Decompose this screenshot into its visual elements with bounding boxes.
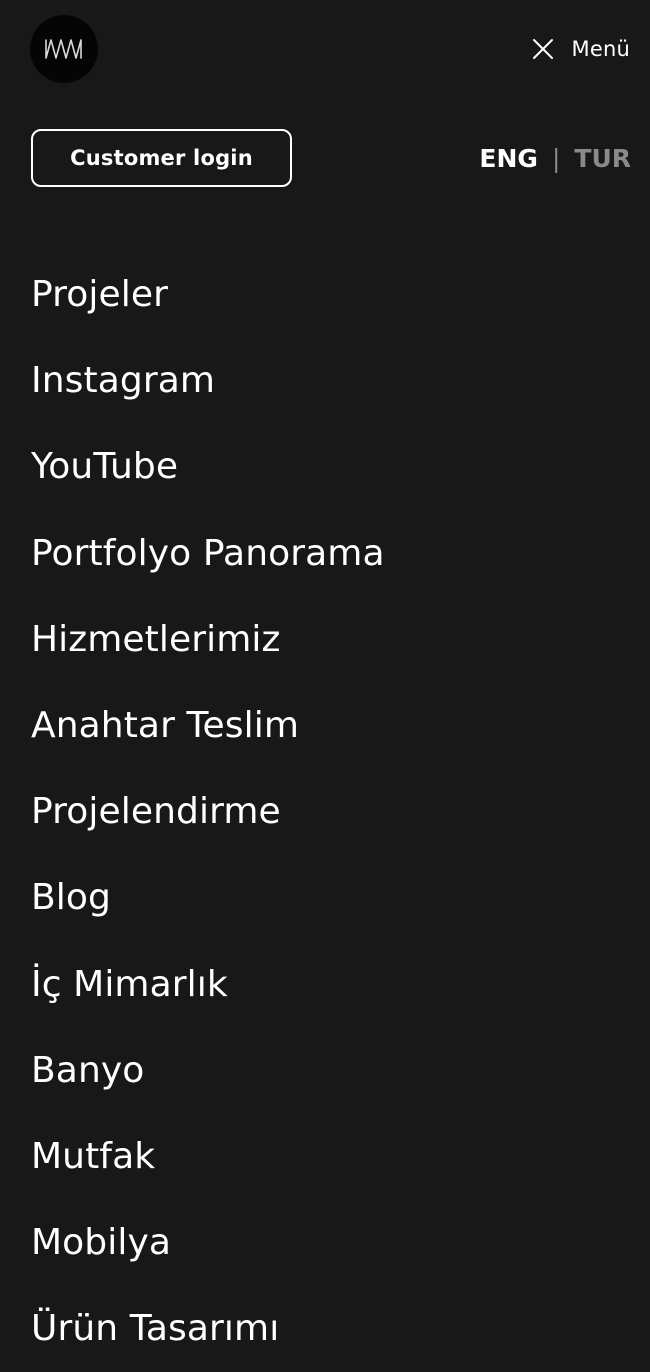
nav-item-urun-tasarimi[interactable]: Ürün Tasarımı: [31, 1286, 621, 1372]
language-eng-link[interactable]: ENG: [479, 146, 538, 171]
nav-item-hizmetlerimiz[interactable]: Hizmetlerimiz: [31, 597, 621, 683]
language-switcher: ENG | TUR: [479, 140, 631, 176]
site-header: Menü: [0, 0, 650, 98]
menu-label: Menü: [571, 36, 630, 61]
nav-item-projeler[interactable]: Projeler: [31, 252, 621, 338]
nav-item-youtube[interactable]: YouTube: [31, 424, 621, 510]
nav-item-projelendirme[interactable]: Projelendirme: [31, 769, 621, 855]
brand-logo-icon: [45, 39, 82, 59]
nav-item-banyo[interactable]: Banyo: [31, 1028, 621, 1114]
nav-item-mutfak[interactable]: Mutfak: [31, 1114, 621, 1200]
nav-item-blog[interactable]: Blog: [31, 855, 621, 941]
nav-item-portfolyo-panorama[interactable]: Portfolyo Panorama: [31, 511, 621, 597]
close-menu-button[interactable]: Menü: [532, 30, 630, 68]
nav-item-anahtar-teslim[interactable]: Anahtar Teslim: [31, 683, 621, 769]
close-icon: [532, 39, 553, 59]
customer-login-button[interactable]: Customer login: [31, 129, 292, 187]
nav-item-ic-mimarlik[interactable]: İç Mimarlık: [31, 942, 621, 1028]
language-separator: |: [551, 143, 561, 173]
brand-logo[interactable]: [30, 15, 98, 83]
main-navigation-menu: Projeler Instagram YouTube Portfolyo Pan…: [31, 252, 621, 1372]
nav-item-mobilya[interactable]: Mobilya: [31, 1200, 621, 1286]
nav-item-instagram[interactable]: Instagram: [31, 338, 621, 424]
language-tur-link[interactable]: TUR: [574, 146, 631, 171]
